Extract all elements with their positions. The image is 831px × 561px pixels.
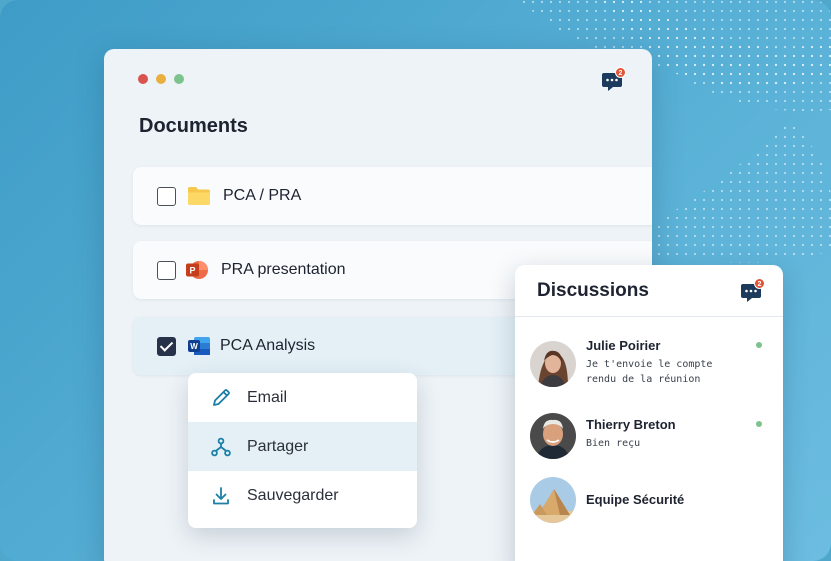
window-controls	[138, 74, 184, 84]
minimize-dot[interactable]	[156, 74, 166, 84]
pencil-icon	[213, 388, 230, 406]
online-indicator	[756, 421, 762, 427]
notification-badge: 2	[754, 278, 765, 289]
pyramid-avatar	[530, 477, 576, 523]
panel-title: Discussions	[537, 280, 649, 301]
contact-message: Bien reçu	[586, 438, 641, 449]
avatar-photo	[530, 413, 576, 459]
row-label: PRA presentation	[221, 261, 346, 278]
contact-name: Thierry Breton	[586, 417, 676, 432]
download-icon	[213, 486, 229, 504]
close-dot[interactable]	[138, 74, 148, 84]
online-indicator	[756, 342, 762, 348]
page-title: Documents	[139, 115, 248, 137]
maximize-dot[interactable]	[174, 74, 184, 84]
row-checkbox[interactable]	[157, 260, 176, 280]
menu-item-email[interactable]: Email	[188, 373, 417, 422]
word-icon: W	[188, 337, 210, 355]
avatar	[530, 477, 576, 523]
menu-item-label: Partager	[247, 437, 309, 455]
divider	[515, 316, 783, 317]
folder-icon	[188, 187, 210, 205]
contact-name: Julie Poirier	[586, 338, 661, 353]
chat-button[interactable]: 2	[601, 67, 626, 93]
share-icon	[211, 437, 231, 456]
list-item-pca-pra[interactable]: PCA / PRA	[133, 167, 652, 225]
row-label: PCA / PRA	[223, 187, 302, 204]
notification-badge: 2	[615, 67, 626, 78]
menu-item-partager[interactable]: Partager	[188, 422, 417, 471]
avatar	[530, 413, 576, 459]
discussions-panel: Discussions 2 Julie Poirier Je t'envoie …	[515, 265, 783, 561]
menu-item-label: Sauvegarder	[247, 486, 339, 504]
contact-item-julie-poirier[interactable]: Julie Poirier Je t'envoie le compte rend…	[515, 335, 783, 395]
context-menu: Email Partager Sauvegarder	[188, 373, 417, 528]
powerpoint-icon: P	[186, 261, 208, 279]
contact-item-equipe-securite[interactable]: Equipe Sécurité	[515, 477, 783, 537]
row-label: PCA Analysis	[220, 337, 316, 354]
contact-name: Equipe Sécurité	[586, 492, 685, 507]
contact-item-thierry-breton[interactable]: Thierry Breton Bien reçu	[515, 413, 783, 473]
row-checkbox[interactable]	[157, 186, 176, 206]
svg-text:P: P	[189, 266, 195, 276]
chat-button[interactable]: 2	[740, 278, 765, 304]
menu-item-sauvegarder[interactable]: Sauvegarder	[188, 471, 417, 520]
avatar-photo	[530, 341, 576, 387]
svg-text:W: W	[190, 342, 198, 351]
menu-item-label: Email	[247, 388, 288, 406]
avatar	[530, 341, 576, 387]
contact-message: Je t'envoie le compte rendu de la réunio…	[586, 359, 713, 385]
row-checkbox-checked[interactable]	[157, 336, 176, 356]
